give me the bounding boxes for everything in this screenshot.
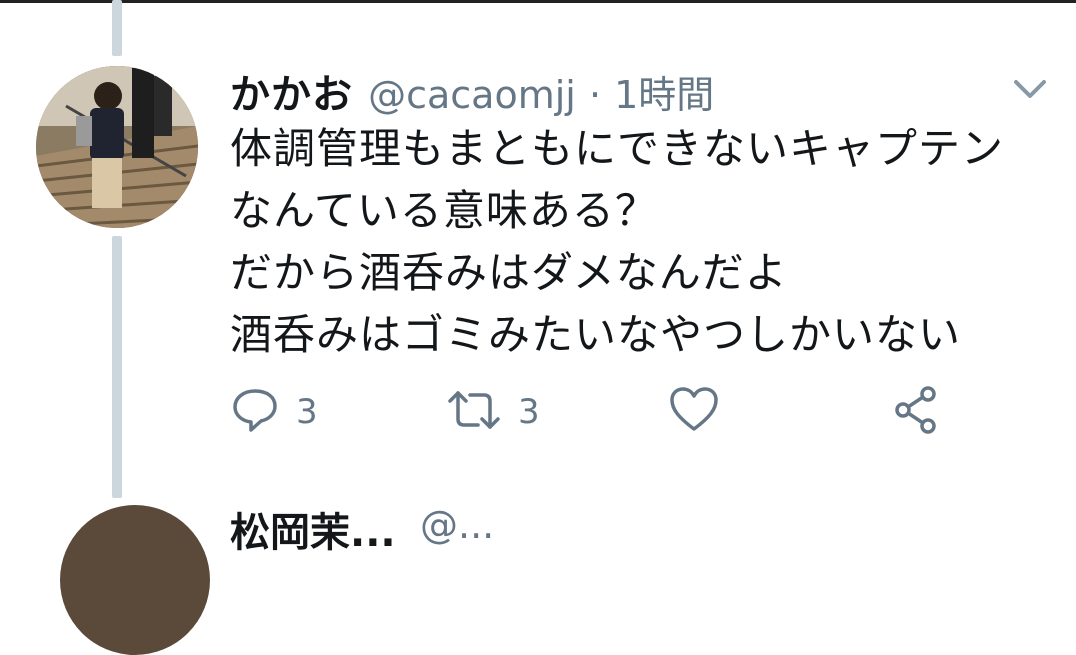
header-separator: · bbox=[588, 73, 602, 117]
share-icon bbox=[890, 385, 942, 439]
reply-icon bbox=[230, 385, 280, 439]
tweet-header: かかお @cacaomjj · 1時間 bbox=[230, 62, 714, 118]
tweet-text: 体調管理もまともにできないキャプテン なんている意味ある？ だから酒呑みはダメな… bbox=[230, 118, 1060, 366]
like-icon bbox=[668, 385, 720, 439]
retweet-count: 3 bbox=[518, 392, 540, 432]
tweet-text-line: 体調管理もまともにできないキャプテン bbox=[230, 124, 1005, 173]
avatar[interactable] bbox=[36, 66, 198, 228]
top-divider bbox=[0, 0, 1076, 3]
thread-line-top bbox=[112, 0, 122, 56]
chevron-down-icon[interactable] bbox=[1010, 74, 1050, 104]
like-button[interactable] bbox=[668, 382, 720, 442]
reply-count: 3 bbox=[296, 392, 318, 432]
next-tweet-avatar[interactable] bbox=[60, 505, 210, 655]
share-button[interactable] bbox=[890, 382, 942, 442]
retweet-button[interactable]: 3 bbox=[446, 382, 540, 442]
tweet-text-line: 酒呑みはゴミみたいなやつしかいない bbox=[230, 310, 962, 359]
next-tweet-handle[interactable]: @... bbox=[420, 503, 494, 547]
avatar-photo bbox=[36, 66, 198, 228]
tweet-actions: 3 3 bbox=[230, 382, 990, 442]
tweet-text-line: だから酒呑みはダメなんだよ bbox=[230, 248, 788, 297]
reply-button[interactable]: 3 bbox=[230, 382, 318, 442]
thread-line-bottom bbox=[112, 236, 122, 498]
tweet-text-line: なんている意味ある？ bbox=[230, 186, 658, 235]
retweet-icon bbox=[446, 385, 502, 439]
next-tweet-display-name[interactable]: 松岡茉... bbox=[230, 500, 396, 558]
user-handle[interactable]: @cacaomjj bbox=[368, 73, 576, 117]
tweet-timestamp[interactable]: 1時間 bbox=[614, 73, 714, 117]
display-name[interactable]: かかお bbox=[230, 72, 353, 118]
